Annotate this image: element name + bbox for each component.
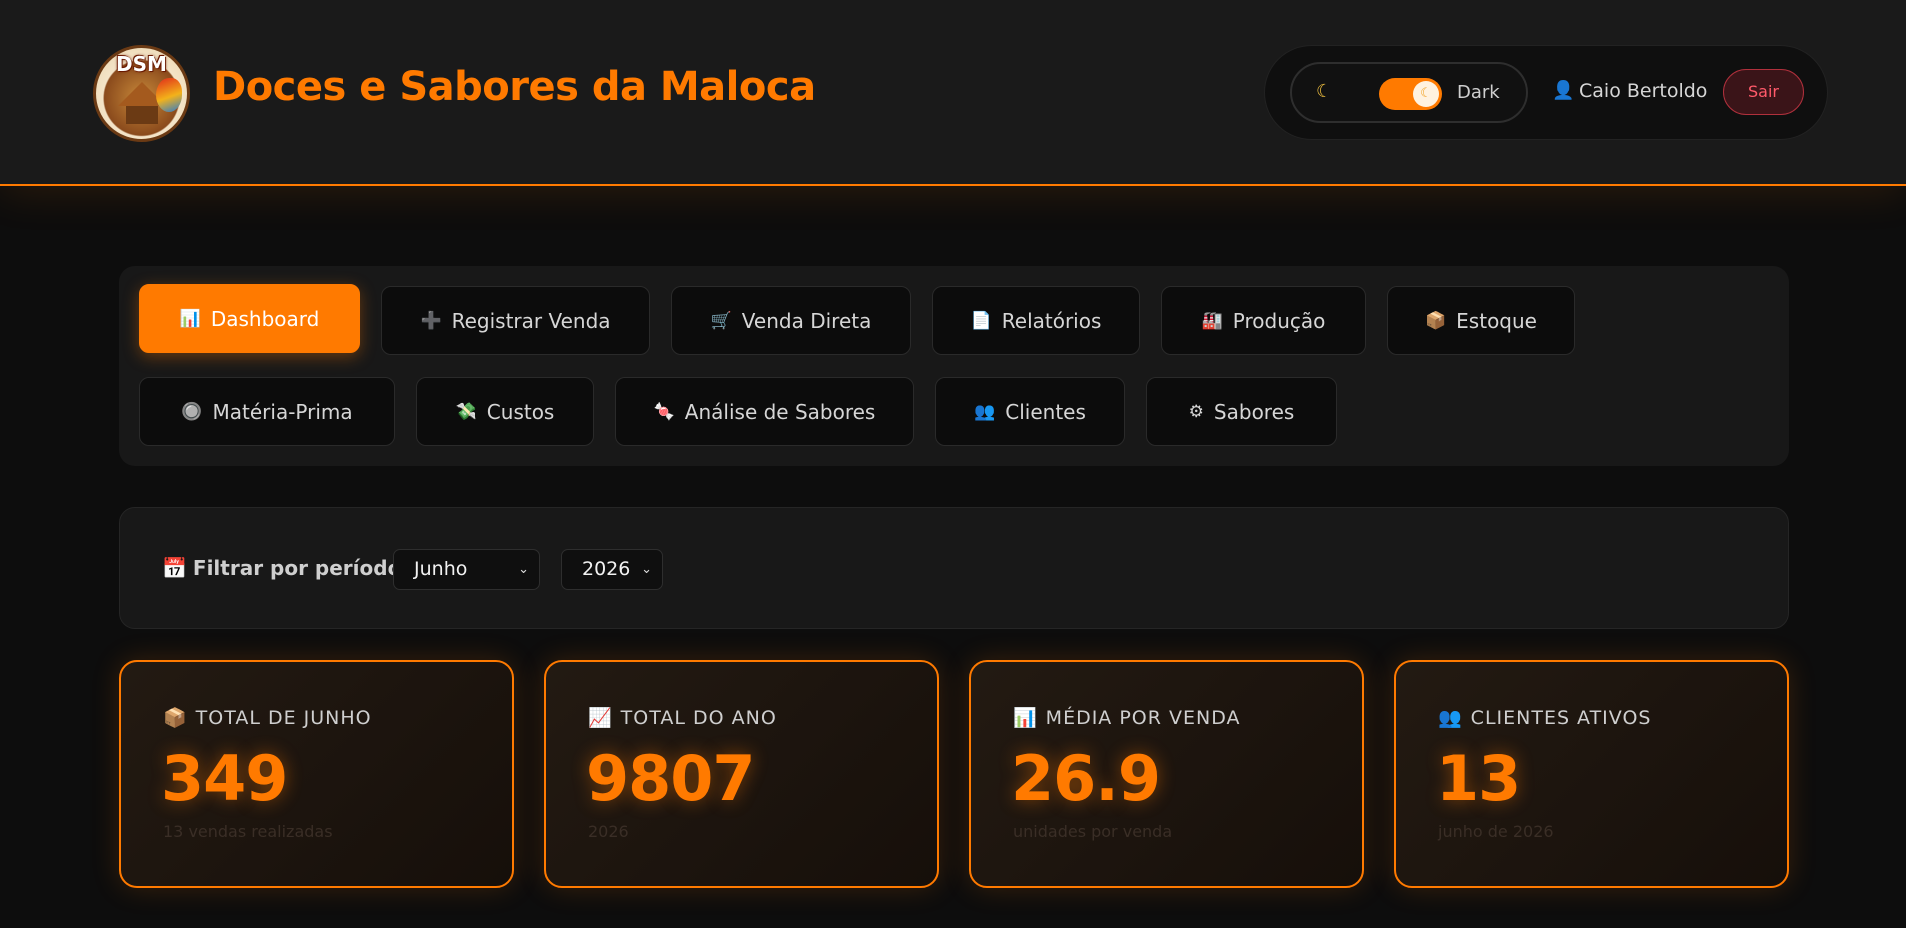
nav-label: Venda Direta	[741, 308, 872, 333]
stat-label: 📊 MÉDIA POR VENDA	[1013, 706, 1241, 729]
stat-label-text: MÉDIA POR VENDA	[1045, 707, 1241, 729]
nav-venda-direta[interactable]: 🛒 Venda Direta	[671, 286, 911, 355]
gear-icon: ⚙	[1188, 401, 1204, 422]
stat-subtext: 2026	[588, 822, 629, 841]
users-icon: 👥	[974, 401, 996, 422]
nav-relatorios[interactable]: 📄 Relatórios	[932, 286, 1140, 355]
nav-producao[interactable]: 🏭 Produção	[1161, 286, 1366, 355]
stat-label: 📦 TOTAL DE JUNHO	[163, 706, 372, 729]
nav-label: Registrar Venda	[451, 308, 611, 333]
filter-label-group: 📅 Filtrar por período:	[162, 556, 409, 580]
year-value: 2026	[582, 558, 631, 580]
nav-label: Sabores	[1213, 399, 1295, 424]
chevron-down-icon: ⌄	[518, 562, 529, 577]
stat-subtext: unidades por venda	[1013, 822, 1173, 841]
trend-icon: 📈	[588, 707, 613, 729]
nav-materia-prima[interactable]: 🔘 Matéria-Prima	[139, 377, 395, 446]
material-icon: 🔘	[181, 401, 203, 422]
filter-label: Filtrar por período:	[192, 556, 410, 580]
plus-icon: ➕	[420, 310, 442, 331]
nav-label: Produção	[1232, 308, 1326, 333]
stat-label: 📈 TOTAL DO ANO	[588, 706, 777, 729]
nav-sabores[interactable]: ⚙ Sabores	[1146, 377, 1337, 446]
month-value: Junho	[414, 558, 468, 580]
stat-card-total-mes: 📦 TOTAL DE JUNHO 349 13 vendas realizadas	[119, 660, 514, 888]
nav-estoque[interactable]: 📦 Estoque	[1387, 286, 1575, 355]
document-icon: 📄	[970, 310, 992, 331]
toggle-knob-moon-icon: ☾	[1413, 81, 1439, 107]
nav-analise-sabores[interactable]: 🍬 Análise de Sabores	[615, 377, 914, 446]
user-name: Caio Bertoldo	[1579, 80, 1708, 102]
main-nav: 📊 Dashboard ➕ Registrar Venda 🛒 Venda Di…	[119, 266, 1789, 466]
users-icon: 👥	[1438, 707, 1463, 729]
app-header: DSM Doces e Sabores da Maloca ☾ ☾ Dark 👤…	[0, 0, 1906, 186]
nav-label: Dashboard	[210, 306, 320, 331]
theme-toggle[interactable]: ☾	[1379, 78, 1442, 110]
logo-hut-body	[126, 106, 158, 124]
logo-text: DSM	[116, 52, 167, 76]
nav-label: Custos	[486, 399, 555, 424]
package-icon: 📦	[163, 707, 188, 729]
nav-clientes[interactable]: 👥 Clientes	[935, 377, 1125, 446]
stat-label-text: TOTAL DE JUNHO	[195, 707, 372, 729]
stat-label-text: CLIENTES ATIVOS	[1470, 707, 1652, 729]
user-icon: 👤	[1552, 80, 1575, 101]
nav-registrar-venda[interactable]: ➕ Registrar Venda	[381, 286, 650, 355]
nav-dashboard[interactable]: 📊 Dashboard	[139, 284, 360, 353]
nav-label: Relatórios	[1001, 308, 1102, 333]
cart-icon: 🛒	[710, 310, 732, 331]
stat-value: 9807	[586, 742, 756, 815]
year-select[interactable]: 2026 ⌄	[561, 549, 663, 590]
stat-card-clientes-ativos: 👥 CLIENTES ATIVOS 13 junho de 2026	[1394, 660, 1789, 888]
theme-switcher: ☾ ☾ Dark	[1290, 62, 1528, 123]
factory-icon: 🏭	[1201, 310, 1223, 331]
calendar-icon: 📅	[162, 556, 187, 580]
logo-parrot	[156, 78, 182, 112]
nav-label: Estoque	[1456, 308, 1537, 333]
brand-logo[interactable]: DSM	[93, 45, 190, 142]
month-select[interactable]: Junho ⌄	[393, 549, 540, 590]
stat-card-media-venda: 📊 MÉDIA POR VENDA 26.9 unidades por venda	[969, 660, 1364, 888]
theme-label: Dark	[1457, 82, 1500, 103]
stat-value: 349	[161, 742, 288, 815]
logout-button[interactable]: Sair	[1723, 69, 1804, 115]
money-icon: 💸	[455, 401, 477, 422]
nav-custos[interactable]: 💸 Custos	[416, 377, 594, 446]
stat-value: 26.9	[1011, 742, 1161, 815]
stat-subtext: junho de 2026	[1438, 822, 1554, 841]
nav-label: Matéria-Prima	[212, 399, 353, 424]
period-filter: 📅 Filtrar por período: Junho ⌄ 2026 ⌄	[119, 507, 1789, 629]
stat-subtext: 13 vendas realizadas	[163, 822, 333, 841]
nav-label: Análise de Sabores	[684, 399, 876, 424]
chart-icon: 📊	[179, 308, 201, 329]
stat-label: 👥 CLIENTES ATIVOS	[1438, 706, 1651, 729]
nav-label: Clientes	[1005, 399, 1086, 424]
stat-card-total-ano: 📈 TOTAL DO ANO 9807 2026	[544, 660, 939, 888]
chart-icon: 📊	[1013, 707, 1038, 729]
brand-title: Doces e Sabores da Maloca	[213, 64, 816, 110]
moon-icon: ☾	[1316, 81, 1333, 102]
chevron-down-icon: ⌄	[641, 562, 652, 577]
stat-label-text: TOTAL DO ANO	[620, 707, 777, 729]
user-controls: ☾ ☾ Dark 👤 Caio Bertoldo Sair	[1264, 45, 1828, 140]
stat-value: 13	[1436, 742, 1521, 815]
candy-icon: 🍬	[653, 401, 675, 422]
package-icon: 📦	[1425, 310, 1447, 331]
